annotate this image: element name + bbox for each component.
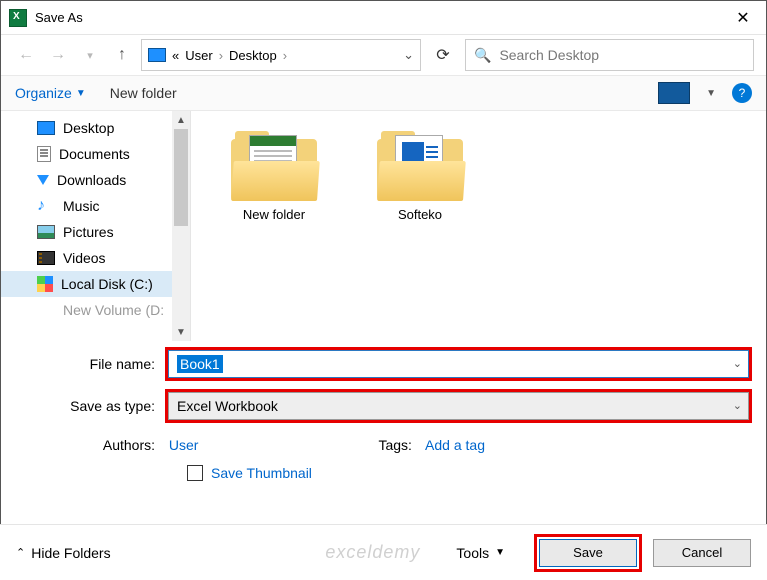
breadcrumb-desktop[interactable]: Desktop	[229, 48, 277, 63]
folder-tree: Desktop Documents Downloads ♪ Music Pictu…	[1, 111, 190, 327]
chevron-down-icon: ▼	[495, 547, 505, 558]
search-icon: 🔍	[474, 47, 491, 64]
tree-label: New Volume (D:	[63, 302, 164, 318]
hide-folders-label: Hide Folders	[31, 545, 110, 561]
save-thumbnail-label: Save Thumbnail	[211, 465, 312, 481]
tools-label: Tools	[456, 545, 489, 561]
save-button[interactable]: Save	[539, 539, 637, 567]
filename-input[interactable]: Book1 ⌄	[168, 350, 749, 378]
tree-label: Documents	[59, 146, 130, 162]
tags-value[interactable]: Add a tag	[425, 437, 485, 453]
tree-pictures[interactable]: Pictures	[1, 219, 190, 245]
desktop-icon	[37, 121, 55, 135]
tree-documents[interactable]: Documents	[1, 141, 190, 167]
refresh-button[interactable]: ⟳	[427, 39, 459, 71]
type-value: Excel Workbook	[177, 398, 278, 414]
footer: ⌃ Hide Folders exceldemy Tools ▼ Save Ca…	[0, 524, 767, 580]
tags-label: Tags:	[378, 437, 421, 453]
tree-music[interactable]: ♪ Music	[1, 193, 190, 219]
type-highlight: Excel Workbook ⌄	[165, 389, 752, 423]
folder-label: New folder	[243, 207, 305, 222]
tree-label: Music	[63, 198, 100, 214]
tree-downloads[interactable]: Downloads	[1, 167, 190, 193]
breadcrumb-prefix: «	[172, 48, 179, 63]
chevron-down-icon[interactable]: ⌄	[733, 399, 742, 412]
chevron-down-icon[interactable]: ▼	[706, 88, 716, 99]
disk-icon	[37, 276, 53, 292]
breadcrumb-user[interactable]: User	[185, 48, 212, 63]
saveastype-label: Save as type:	[15, 398, 165, 414]
tree-local-disk[interactable]: Local Disk (C:)	[1, 271, 190, 297]
folder-label: Softeko	[398, 207, 442, 222]
address-dropdown-icon[interactable]: ⌄	[403, 47, 414, 63]
tree-label: Downloads	[57, 172, 126, 188]
filename-label: File name:	[15, 356, 165, 372]
file-pane[interactable]: New folder Softeko	[191, 111, 766, 341]
toolbar: Organize ▼ New folder ▼ ?	[1, 75, 766, 111]
save-thumbnail-checkbox[interactable]	[187, 465, 203, 481]
tree-desktop[interactable]: Desktop	[1, 115, 190, 141]
tools-menu[interactable]: Tools ▼	[456, 545, 505, 561]
tree-label: Videos	[63, 250, 106, 266]
window-title: Save As	[35, 10, 83, 25]
nav-row: ← → ▾ ↑ « User › Desktop › ⌄ ⟳ 🔍 Search …	[1, 35, 766, 75]
metadata-row: Authors: User Tags: Add a tag	[1, 431, 766, 453]
forward-button: →	[45, 42, 71, 68]
new-folder-button[interactable]: New folder	[110, 85, 177, 101]
filename-value: Book1	[177, 355, 223, 373]
video-icon	[37, 251, 55, 265]
thumbnail-row: Save Thumbnail	[1, 453, 766, 481]
title-bar: Save As ✕	[1, 1, 766, 35]
cancel-button[interactable]: Cancel	[653, 539, 751, 567]
hide-folders-button[interactable]: ⌃ Hide Folders	[16, 545, 111, 561]
search-placeholder: Search Desktop	[499, 47, 599, 63]
organize-menu[interactable]: Organize ▼	[15, 85, 86, 101]
saveastype-select[interactable]: Excel Workbook ⌄	[168, 392, 749, 420]
scroll-down-icon[interactable]: ▼	[172, 323, 190, 341]
address-bar[interactable]: « User › Desktop › ⌄	[141, 39, 421, 71]
document-icon	[37, 146, 51, 162]
chevron-up-icon: ⌃	[16, 546, 25, 559]
organize-label: Organize	[15, 85, 72, 101]
back-button[interactable]: ←	[13, 42, 39, 68]
sidebar-scrollbar[interactable]: ▲ ▼	[172, 111, 190, 341]
authors-value[interactable]: User	[169, 437, 199, 453]
authors-label: Authors:	[15, 437, 165, 453]
tree-label: Local Disk (C:)	[61, 276, 153, 292]
chevron-down-icon: ▼	[76, 88, 86, 99]
scroll-up-icon[interactable]: ▲	[172, 111, 190, 129]
folder-icon	[231, 131, 317, 201]
tree-new-volume[interactable]: New Volume (D:	[1, 297, 190, 323]
download-icon	[37, 175, 49, 185]
sidebar: Desktop Documents Downloads ♪ Music Pictu…	[1, 111, 191, 341]
chevron-down-icon[interactable]: ⌄	[733, 357, 742, 370]
form: File name: Book1 ⌄ Save as type: Excel W…	[1, 341, 766, 423]
search-input[interactable]: 🔍 Search Desktop	[465, 39, 754, 71]
help-icon[interactable]: ?	[732, 83, 752, 103]
scroll-thumb[interactable]	[174, 129, 188, 226]
view-button[interactable]	[658, 82, 690, 104]
filename-highlight: Book1 ⌄	[165, 347, 752, 381]
breadcrumb-sep2: ›	[283, 48, 287, 63]
close-icon[interactable]: ✕	[720, 8, 766, 28]
watermark: exceldemy	[325, 542, 420, 563]
cancel-label: Cancel	[682, 545, 722, 560]
music-icon: ♪	[37, 199, 55, 213]
breadcrumb-sep1: ›	[219, 48, 223, 63]
tree-label: Pictures	[63, 224, 114, 240]
folder-icon	[377, 131, 463, 201]
excel-icon	[9, 9, 27, 27]
body: Desktop Documents Downloads ♪ Music Pictu…	[1, 111, 766, 341]
tree-videos[interactable]: Videos	[1, 245, 190, 271]
tree-label: Desktop	[63, 120, 114, 136]
folder-item-softeko[interactable]: Softeko	[377, 131, 463, 222]
folder-item-newfolder[interactable]: New folder	[231, 131, 317, 222]
recent-dropdown[interactable]: ▾	[77, 42, 103, 68]
pc-icon	[148, 48, 166, 62]
save-label: Save	[573, 545, 603, 560]
picture-icon	[37, 225, 55, 239]
up-button[interactable]: ↑	[109, 42, 135, 68]
